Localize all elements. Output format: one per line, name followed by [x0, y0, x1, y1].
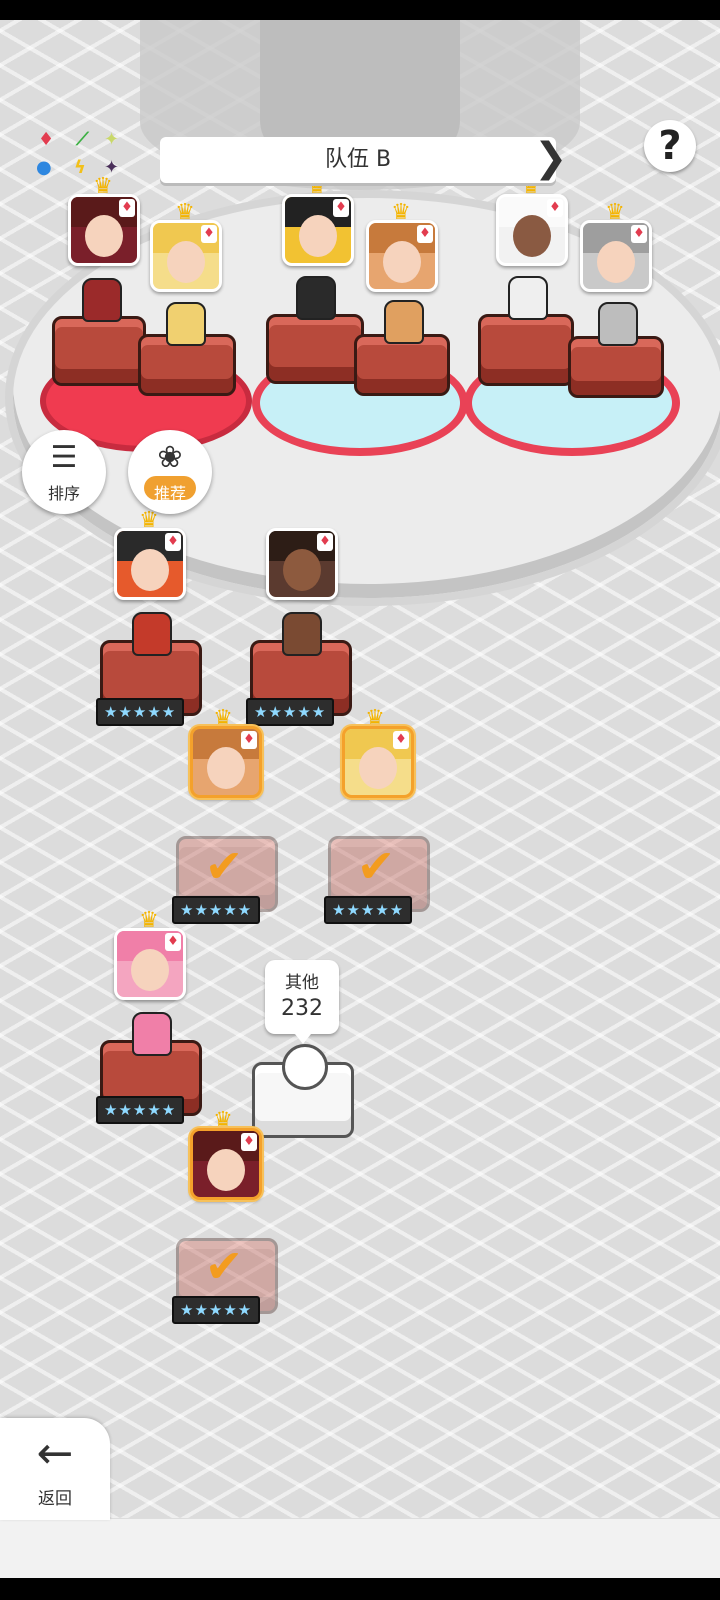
status-bar	[0, 0, 720, 20]
team-cake	[52, 316, 146, 386]
sparkle-element-icon: ✦	[104, 129, 120, 150]
portrait-face	[207, 747, 245, 789]
team-member-portrait[interactable]: ♦	[366, 220, 438, 292]
portrait-face	[513, 215, 551, 257]
recommend-label: 推荐	[153, 484, 186, 503]
roster-portrait[interactable]: ♦	[114, 928, 186, 1000]
portrait-face	[283, 549, 321, 591]
game-scene: ♛ ♦ ♛ ♦ ♛ ♦ ♛ ♦ ♛ ♦ ♛ ♦ ♛ ♦ ★★★★★ ♦ ★★★★…	[0, 20, 720, 1518]
selected-check-icon: ✔	[204, 1239, 244, 1293]
team-cake	[478, 314, 574, 386]
bottom-strip	[0, 1518, 720, 1579]
suit-diamond-icon: ♦	[165, 933, 181, 951]
portrait-face	[597, 241, 635, 283]
team-member-portrait[interactable]: ♦	[150, 220, 222, 292]
leaf-element-icon: ⟋	[76, 129, 89, 150]
silhouette-icon	[282, 1044, 328, 1090]
team-member-sprite[interactable]	[508, 276, 548, 320]
star-rating: ★★★★★	[96, 1096, 185, 1124]
suit-diamond-icon: ♦	[201, 225, 217, 243]
suit-diamond-icon: ♦	[547, 199, 563, 217]
back-arrow-icon: ←	[36, 1428, 74, 1479]
help-button[interactable]: ?	[644, 120, 696, 172]
other-characters-bubble[interactable]: 其他 232	[265, 960, 339, 1044]
team-member-sprite[interactable]	[296, 276, 336, 320]
next-team-arrow[interactable]: ❯	[534, 136, 568, 184]
roster-portrait-selected[interactable]: ♦	[190, 726, 262, 798]
team-member-sprite[interactable]	[598, 302, 638, 346]
sort-icon: ☰	[50, 440, 78, 475]
selected-check-icon: ✔	[356, 839, 396, 893]
suit-diamond-icon: ♦	[393, 731, 409, 749]
team-member-sprite[interactable]	[384, 300, 424, 344]
navigation-bar	[0, 1578, 720, 1600]
other-label: 其他	[285, 973, 319, 993]
other-count: 232	[281, 996, 323, 1021]
lightning-element-icon: ϟ	[74, 157, 86, 178]
suit-diamond-icon: ♦	[241, 731, 257, 749]
team-member-portrait[interactable]: ♦	[496, 194, 568, 266]
suit-diamond-icon: ♦	[241, 1133, 257, 1151]
suit-diamond-icon: ♦	[631, 225, 647, 243]
dark-element-icon: ✦	[104, 157, 120, 178]
suit-diamond-icon: ♦	[333, 199, 349, 217]
star-rating: ★★★★★	[96, 698, 185, 726]
team-title: 队伍 B	[324, 147, 392, 172]
element-advantage-legend[interactable]: ♦ ⟋ ✦ ● ϟ ✦	[32, 128, 132, 186]
recommend-button[interactable]: ❀ 推荐	[128, 430, 212, 514]
diamond-element-icon: ♦	[38, 129, 55, 150]
portrait-face	[131, 549, 169, 591]
roster-portrait-selected[interactable]: ♦	[342, 726, 414, 798]
star-rating: ★★★★★	[172, 1296, 261, 1324]
back-label: 返回	[38, 1489, 72, 1509]
portrait-face	[131, 949, 169, 991]
suit-diamond-icon: ♦	[417, 225, 433, 243]
portrait-face	[299, 215, 337, 257]
star-rating: ★★★★★	[324, 896, 413, 924]
roster-sprite	[282, 612, 322, 656]
roster-portrait[interactable]: ♦	[266, 528, 338, 600]
portrait-face	[167, 241, 205, 283]
portrait-face	[85, 215, 123, 257]
team-cake	[266, 314, 364, 384]
suit-diamond-icon: ♦	[165, 533, 181, 551]
portrait-face	[383, 241, 421, 283]
team-member-portrait[interactable]: ♦	[68, 194, 140, 266]
team-title-bar: 队伍 B	[160, 137, 556, 183]
water-element-icon: ●	[36, 157, 52, 178]
team-member-portrait[interactable]: ♦	[282, 194, 354, 266]
roster-sprite	[132, 612, 172, 656]
team-member-portrait[interactable]: ♦	[580, 220, 652, 292]
star-rating: ★★★★★	[172, 896, 261, 924]
portrait-face	[359, 747, 397, 789]
roster-sprite	[132, 1012, 172, 1056]
back-button[interactable]: ← 返回	[0, 1418, 110, 1520]
flower-icon: ❀	[157, 440, 183, 475]
team-member-sprite[interactable]	[166, 302, 206, 346]
star-rating: ★★★★★	[246, 698, 335, 726]
suit-diamond-icon: ♦	[119, 199, 135, 217]
team-member-sprite[interactable]	[82, 278, 122, 322]
selected-check-icon: ✔	[204, 839, 244, 893]
suit-diamond-icon: ♦	[317, 533, 333, 551]
roster-portrait-selected[interactable]: ♦	[190, 1128, 262, 1200]
portrait-face	[207, 1149, 245, 1191]
sort-label: 排序	[47, 484, 80, 503]
roster-portrait[interactable]: ♦	[114, 528, 186, 600]
sort-button[interactable]: ☰ 排序	[22, 430, 106, 514]
